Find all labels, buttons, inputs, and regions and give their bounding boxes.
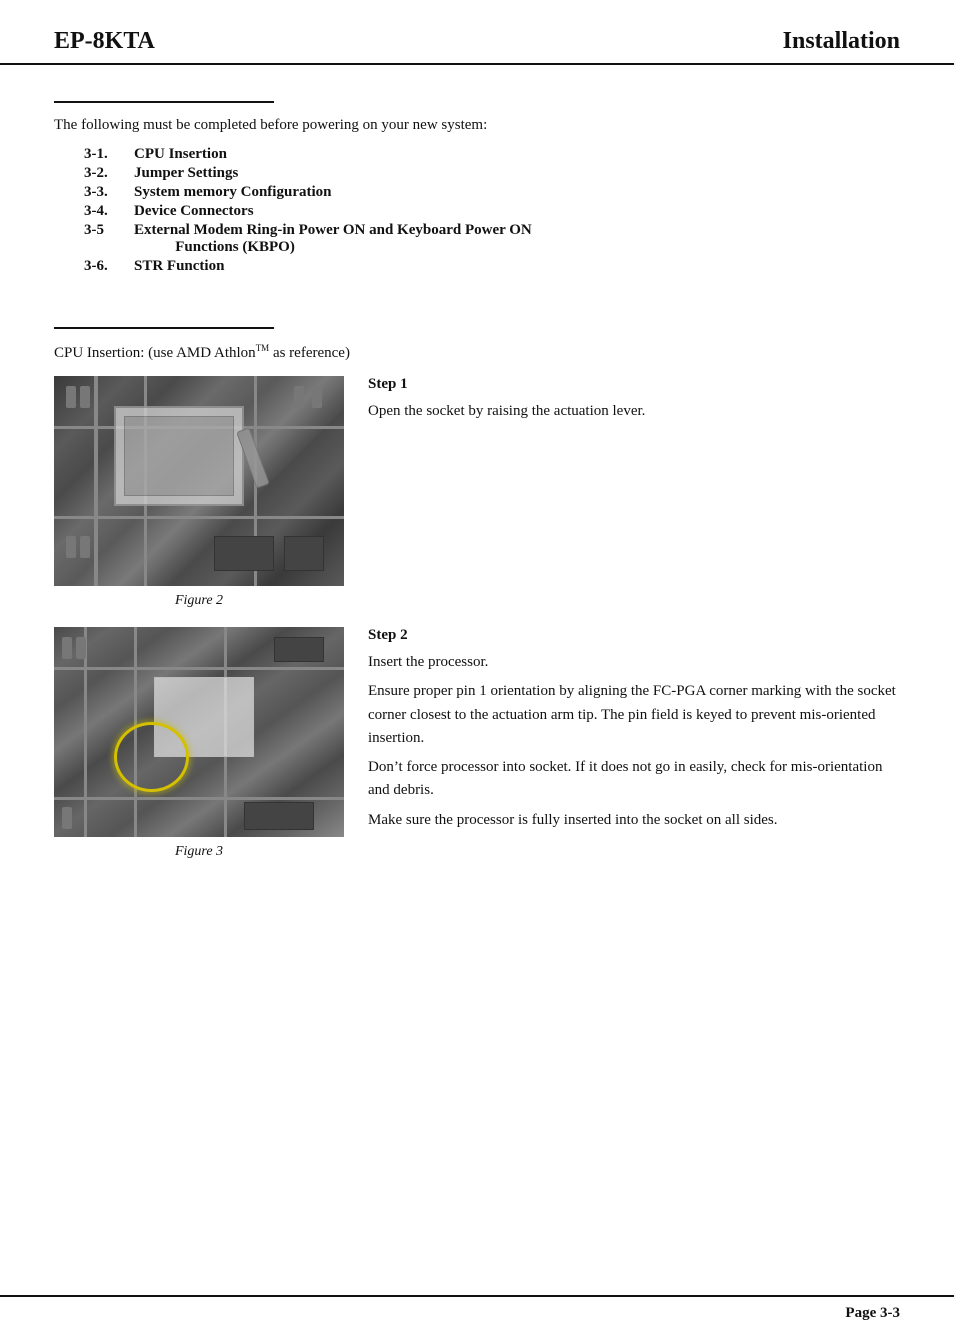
toc-label-1: CPU Insertion [134,146,227,163]
step1-text: Open the socket by raising the actuation… [368,400,900,423]
toc-item-3: 3-3. System memory Configuration [84,184,900,201]
toc-num-4: 3-4. [84,203,124,220]
figure3-step2-row: Figure 3 Step 2 Insert the processor. En… [54,627,900,860]
toc-label-5: External Modem Ring-in Power ON and Keyb… [134,222,532,256]
lever-arm [236,427,270,488]
intro-text: The following must be completed before p… [54,117,900,134]
chip-f3-1 [244,802,314,830]
figure2-col: Figure 2 [54,376,344,609]
cap-f3-2 [76,637,86,659]
cap-f3-3 [62,807,72,829]
trace2-h1 [54,667,344,670]
toc-label-2: Jumper Settings [134,165,238,182]
toc-label-4: Device Connectors [134,203,254,220]
figure2-image [54,376,344,586]
figure3-image [54,627,344,837]
socket-inner [124,416,234,496]
toc-item-1: 3-1. CPU Insertion [84,146,900,163]
toc-list: 3-1. CPU Insertion 3-2. Jumper Settings … [54,146,900,275]
toc-num-1: 3-1. [84,146,124,163]
toc-label-3: System memory Configuration [134,184,331,201]
header: EP-8KTA Installation [0,0,954,65]
toc-item-4: 3-4. Device Connectors [84,203,900,220]
chip1 [214,536,274,571]
footer: Page 3-3 [0,1295,954,1336]
step1-col: Step 1 Open the socket by raising the ac… [368,376,900,429]
figure2-step1-row: Figure 2 Step 1 Open the socket by raisi… [54,376,900,609]
chapter-title: Installation [783,28,900,55]
cpu-intro: CPU Insertion: (use AMD AthlonTM as refe… [54,343,900,362]
cap1 [66,386,76,408]
section-divider-1 [54,101,274,103]
cap2 [80,386,90,408]
trace2-h2 [54,797,344,800]
toc-item-5: 3-5 External Modem Ring-in Power ON and … [84,222,900,256]
toc-num-2: 3-2. [84,165,124,182]
step2-title: Step 2 [368,627,900,644]
step2-text: Insert the processor. Ensure proper pin … [368,651,900,832]
cpu-section: CPU Insertion: (use AMD AthlonTM as refe… [54,327,900,860]
cap3 [66,536,76,558]
cap6 [312,386,322,408]
figure2-caption: Figure 2 [175,593,223,609]
cap5 [294,386,304,408]
toc-label-6: STR Function [134,258,224,275]
step2-para4: Make sure the processor is fully inserte… [368,809,900,832]
trace-h2 [54,516,344,519]
cpu-socket [114,406,244,506]
cap-f3-1 [62,637,72,659]
step2-col: Step 2 Insert the processor. Ensure prop… [368,627,900,838]
trace-v1 [94,376,98,586]
cap4 [80,536,90,558]
chip2 [284,536,324,571]
pin1-circle-highlight [114,722,189,792]
step1-para: Open the socket by raising the actuation… [368,400,900,423]
step1-title: Step 1 [368,376,900,393]
figure3-col: Figure 3 [54,627,344,860]
trademark-sup: TM [256,343,270,353]
section-divider-2 [54,327,274,329]
page: EP-8KTA Installation The following must … [0,0,954,1336]
toc-num-6: 3-6. [84,258,124,275]
toc-item-2: 3-2. Jumper Settings [84,165,900,182]
page-number: Page 3-3 [845,1305,900,1322]
step2-para3: Don’t force processor into socket. If it… [368,756,900,803]
chip-f3-2 [274,637,324,662]
step2-para1: Insert the processor. [368,651,900,674]
toc-num-5: 3-5 [84,222,124,256]
intro-section: The following must be completed before p… [54,101,900,275]
toc-item-6: 3-6. STR Function [84,258,900,275]
toc-num-3: 3-3. [84,184,124,201]
figure3-caption: Figure 3 [175,844,223,860]
main-content: The following must be completed before p… [0,101,954,860]
doc-title: EP-8KTA [54,28,155,55]
step2-para2: Ensure proper pin 1 orientation by align… [368,680,900,750]
